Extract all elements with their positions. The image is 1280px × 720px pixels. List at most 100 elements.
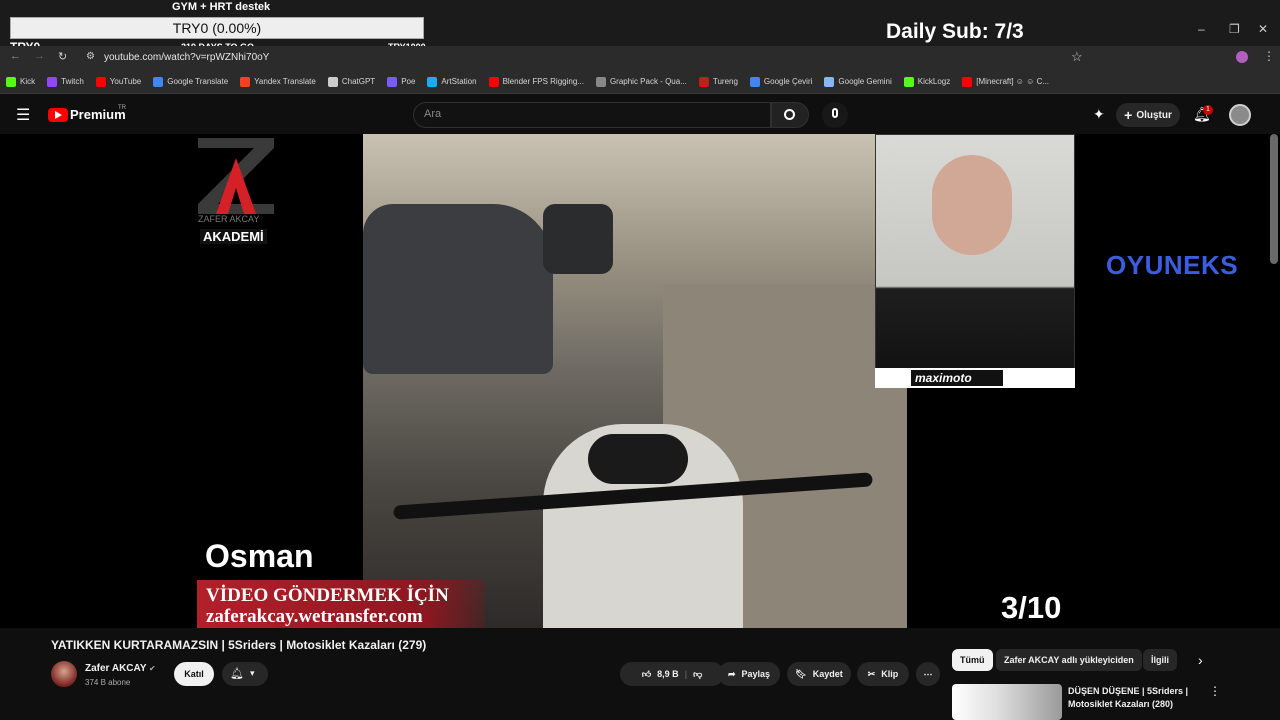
- channel-avatar[interactable]: [51, 661, 77, 687]
- bookmark-favicon-icon: [749, 76, 760, 87]
- bookmark-label: YouTube: [109, 77, 142, 86]
- bookmark-label: Yandex Translate: [254, 77, 316, 86]
- search-input[interactable]: [413, 102, 771, 128]
- scissors-icon: ✂: [867, 668, 876, 679]
- verified-icon: ✔: [149, 664, 156, 673]
- daily-sub-counter: Daily Sub: 7/3: [886, 20, 1024, 43]
- bookmark-label: KickLogz: [917, 77, 951, 86]
- like-count[interactable]: 8,9 B: [657, 669, 679, 679]
- bookmark-favicon-icon: [962, 76, 973, 87]
- recommended-thumbnail[interactable]: [952, 684, 1062, 720]
- chip-from-uploader[interactable]: Zafer AKCAY adlı yükleyiciden: [996, 649, 1142, 671]
- bookmark-favicon-icon: [427, 76, 438, 87]
- mic-icon: [832, 108, 838, 118]
- bookmark-item[interactable]: KickLogz: [903, 76, 951, 87]
- bookmark-item[interactable]: Yandex Translate: [240, 76, 316, 87]
- close-icon[interactable]: ✕: [1258, 22, 1268, 36]
- rec-more-icon[interactable]: ⋮: [1209, 684, 1221, 698]
- bookmark-label: Graphic Pack - Qua...: [609, 77, 687, 86]
- share-button[interactable]: ➦ Paylaş: [718, 662, 780, 686]
- bookmark-label: Blender FPS Rigging...: [502, 77, 584, 86]
- search-icon: [784, 109, 795, 120]
- notification-badge: 1: [1203, 105, 1213, 115]
- bookmark-label: ChatGPT: [341, 77, 376, 86]
- bookmark-item[interactable]: Google Gemini: [824, 76, 892, 87]
- chip-all[interactable]: Tümü: [952, 649, 993, 671]
- car-shape: [363, 204, 553, 374]
- bookmark-label: Google Çeviri: [763, 77, 813, 86]
- more-actions-button[interactable]: ⋯: [916, 662, 940, 686]
- bookmark-favicon-icon: [698, 76, 709, 87]
- car-shape: [543, 204, 613, 274]
- bookmark-item[interactable]: Kick: [6, 76, 35, 87]
- recommended-title[interactable]: DÜŞEN DÜŞENE | 5Sriders | Motosiklet Kaz…: [1068, 685, 1208, 711]
- subscription-bell-button[interactable]: 🔔︎ ▾: [222, 662, 268, 686]
- dislike-icon[interactable]: 👎︎: [693, 669, 702, 680]
- join-button[interactable]: Katıl: [174, 662, 214, 686]
- goal-progress-bar: TRY0 (0.00%): [10, 17, 424, 39]
- save-icon: 🔖︎: [795, 668, 807, 679]
- bookmark-item[interactable]: [Minecraft] ☺ ☺ C...: [962, 76, 1049, 87]
- forward-icon[interactable]: →: [34, 50, 45, 62]
- webcam-overlay: [875, 134, 1075, 388]
- bookmark-item[interactable]: Twitch: [47, 76, 84, 87]
- bookmark-item[interactable]: Google Çeviri: [749, 76, 813, 87]
- back-icon[interactable]: ←: [10, 50, 21, 62]
- url-field[interactable]: youtube.com/watch?v=rpWZNhi70oY: [104, 52, 269, 63]
- chevron-right-icon[interactable]: ›: [1198, 652, 1203, 668]
- scrollbar[interactable]: [1270, 134, 1278, 264]
- subscriber-count: 374 B abone: [85, 678, 131, 687]
- save-label: Kaydet: [812, 669, 843, 679]
- sponsor-logo: OYUNEKS: [1106, 250, 1239, 280]
- caption-line-1: VİDEO GÖNDERMEK İÇİN: [206, 585, 449, 606]
- save-button[interactable]: 🔖︎ Kaydet: [787, 662, 851, 686]
- bookmark-favicon-icon: [240, 76, 251, 87]
- bookmark-star-icon[interactable]: ☆: [1071, 49, 1083, 65]
- extension-icon[interactable]: ✦: [1093, 106, 1105, 123]
- create-button[interactable]: + Oluştur: [1116, 103, 1180, 127]
- bookmark-item[interactable]: Poe: [387, 76, 416, 87]
- reload-icon[interactable]: ↻: [58, 50, 67, 63]
- goal-title: GYM + HRT destek: [172, 1, 271, 13]
- bookmark-favicon-icon: [903, 76, 914, 87]
- bookmark-label: Poe: [401, 77, 416, 86]
- bookmark-favicon-icon: [47, 76, 58, 87]
- caption-line-2: zaferakcay.wetransfer.com: [206, 606, 423, 627]
- maximize-icon[interactable]: ❐: [1229, 22, 1240, 36]
- bookmark-favicon-icon: [387, 76, 398, 87]
- bookmark-item[interactable]: Blender FPS Rigging...: [488, 76, 584, 87]
- maximoto-banner: maximoto: [875, 368, 1075, 388]
- brand-bottom-text: AKADEMİ: [200, 229, 267, 244]
- share-icon: ➦: [727, 668, 736, 679]
- account-avatar[interactable]: [1229, 104, 1251, 126]
- bookmark-item[interactable]: ArtStation: [427, 76, 477, 87]
- bookmark-item[interactable]: Graphic Pack - Qua...: [595, 76, 687, 87]
- clip-button[interactable]: ✂ Klip: [857, 662, 909, 686]
- like-dislike-group: 👍︎ 8,9 B | 👎︎: [620, 662, 724, 686]
- bookmark-item[interactable]: ChatGPT: [327, 76, 376, 87]
- bookmark-item[interactable]: YouTube: [95, 76, 142, 87]
- bookmark-label: Twitch: [61, 77, 84, 86]
- chevron-down-icon: ▾: [250, 668, 255, 678]
- video-frame: [363, 134, 907, 628]
- site-info-icon[interactable]: ⚙: [86, 51, 95, 62]
- search-placeholder: Ara: [424, 108, 442, 120]
- search-button[interactable]: [771, 102, 809, 128]
- submitter-name: Osman: [205, 538, 314, 574]
- brand-top-text: ZAFER AKCAY: [198, 214, 260, 224]
- like-icon[interactable]: 👍︎: [642, 669, 651, 680]
- youtube-logo-icon[interactable]: [48, 108, 68, 122]
- create-label: Oluştur: [1136, 109, 1172, 121]
- menu-dots-icon[interactable]: ⋮: [1263, 49, 1275, 63]
- voice-search-button[interactable]: [822, 102, 848, 128]
- channel-name[interactable]: Zafer AKCAY: [85, 663, 147, 674]
- bookmark-item[interactable]: Tureng: [698, 76, 738, 87]
- bookmark-item[interactable]: Google Translate: [153, 76, 228, 87]
- zafer-akcay-logo: [198, 138, 274, 214]
- minimize-icon[interactable]: –: [1198, 22, 1205, 36]
- bookmark-label: ArtStation: [441, 77, 477, 86]
- bookmark-favicon-icon: [327, 76, 338, 87]
- hamburger-menu-icon[interactable]: ☰: [16, 105, 30, 125]
- chip-related[interactable]: İlgili: [1143, 649, 1177, 671]
- profile-avatar[interactable]: [1236, 51, 1248, 63]
